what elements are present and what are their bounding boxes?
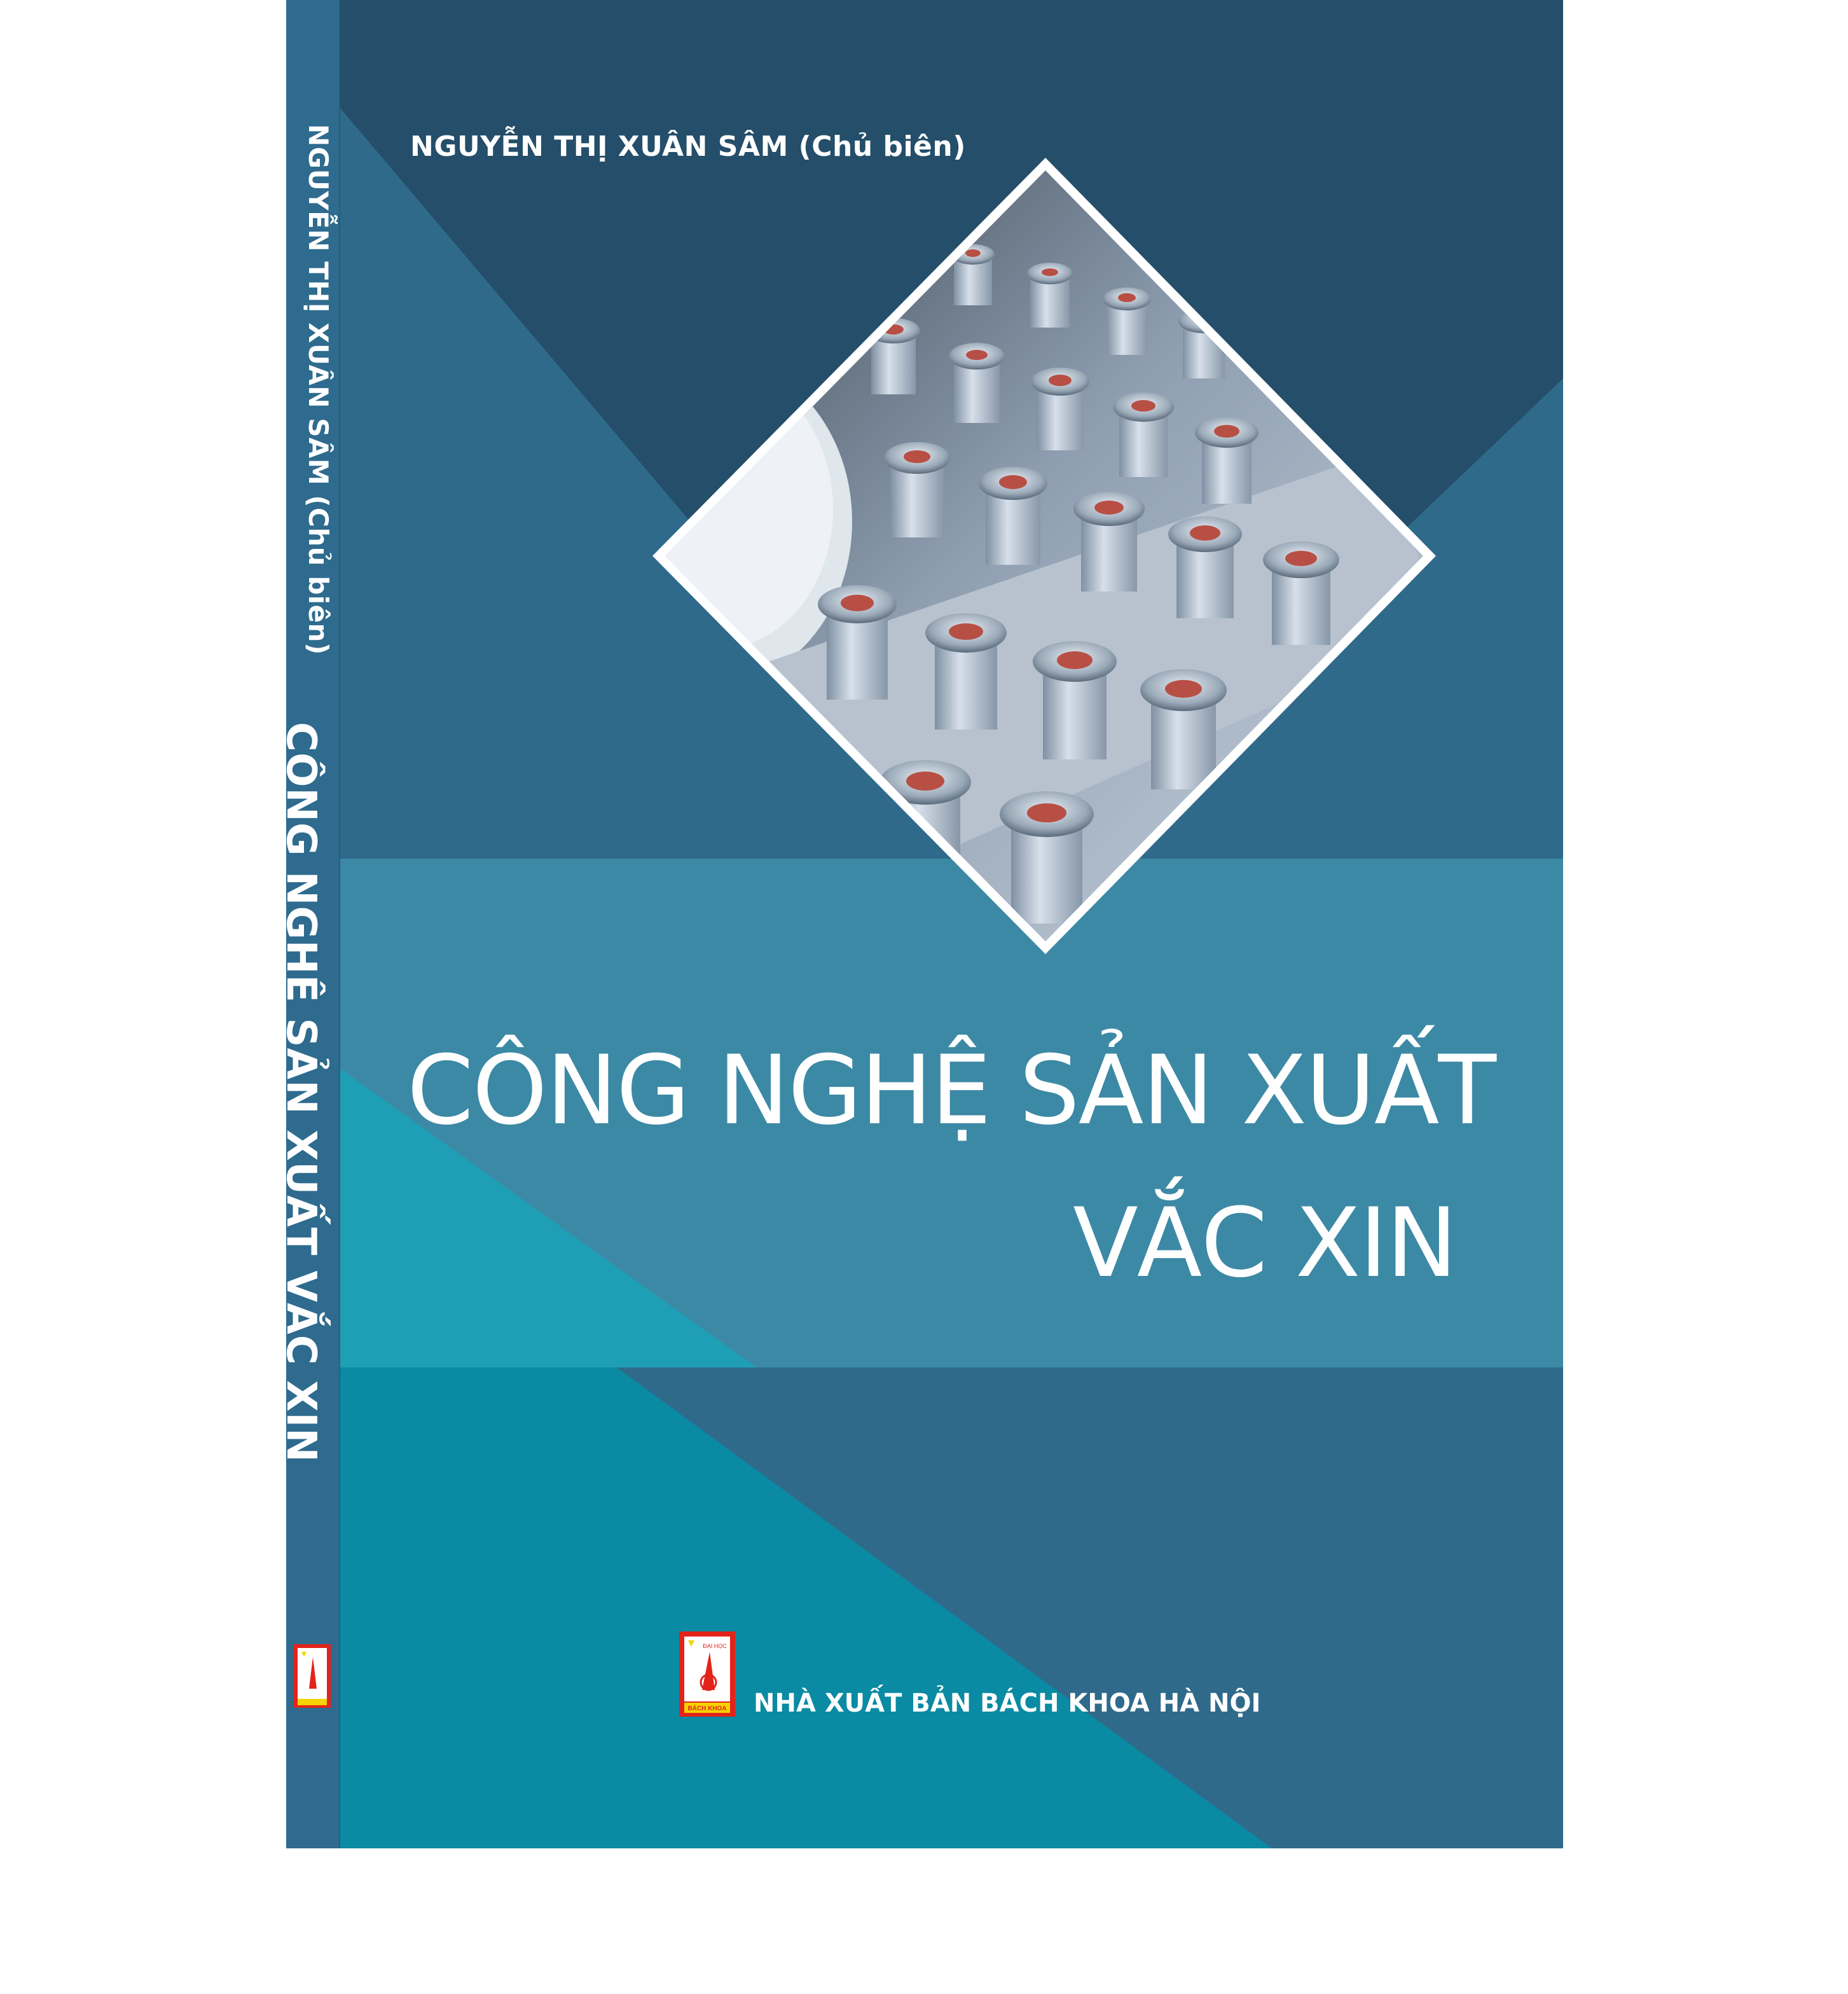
spine-author-text: NGUYỄN THỊ XUÂN SÂM (Chủ biên) xyxy=(303,124,334,655)
logo-bottom-text: BÁCH KHOA xyxy=(687,1704,726,1712)
author: NGUYỄN THỊ XUÂN SÂM (Chủ biên) xyxy=(410,130,966,163)
publisher: NHÀ XUẤT BẢN BÁCH KHOA HÀ NỘI xyxy=(754,1689,1261,1718)
title-line-2: VẮC XIN xyxy=(1073,1188,1458,1299)
title-line-1: CÔNG NGHỆ SẢN XUẤT xyxy=(407,1035,1496,1146)
spine-title: CÔNG NGHỆ SẢN XUẤT VẮC XIN xyxy=(277,722,324,1463)
spine-logo-icon xyxy=(294,1644,331,1708)
logo-top-text: ĐẠI HỌC xyxy=(703,1643,727,1649)
bach-khoa-logo-icon: ĐẠI HỌC BÁCH KHOA xyxy=(679,1631,735,1717)
